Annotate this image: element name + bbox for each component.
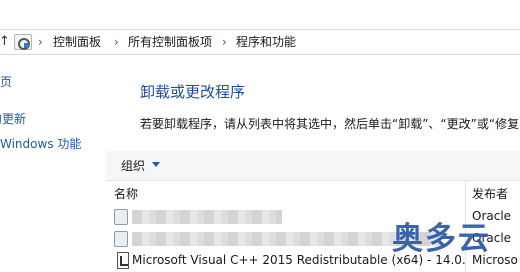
page-description: 若要卸载程序，请从列表中将其选中，然后单击“卸载”、“更改”或“修复” [140, 117, 520, 131]
redacted-program-name [132, 210, 282, 224]
chevron-down-icon [152, 162, 160, 167]
program-icon [114, 231, 128, 247]
breadcrumb-programs-features[interactable]: 程序和功能 [236, 35, 296, 50]
up-arrow-icon[interactable]: ↑ [0, 35, 11, 51]
column-header-row: 名称 发布者 [106, 181, 520, 272]
sidebar-item-windows-features[interactable]: Windows 功能 [0, 136, 81, 152]
organize-label: 组织 [121, 159, 146, 173]
control-panel-icon [14, 34, 32, 50]
toolbar: 组织 [106, 151, 520, 181]
column-header-name[interactable]: 名称 [114, 186, 138, 202]
breadcrumb-all-items[interactable]: 所有控制面板项 [128, 35, 212, 50]
address-bar[interactable]: ↑ › 控制面板 › 所有控制面板项 › 程序和功能 [0, 29, 520, 55]
breadcrumb-separator-icon[interactable]: › [222, 34, 227, 50]
sidebar-item-home[interactable]: 页 [0, 74, 12, 90]
sidebar-item-installed-updates[interactable]: 的更新 [0, 111, 26, 127]
breadcrumb-separator-icon[interactable]: › [38, 34, 43, 50]
program-icon [117, 252, 129, 269]
breadcrumb-control-panel[interactable]: 控制面板 [53, 35, 101, 50]
program-icon [114, 209, 128, 225]
page-title: 卸载或更改程序 [140, 83, 246, 101]
breadcrumb-separator-icon[interactable]: › [114, 34, 119, 50]
watermark-logo: 奥多云 [392, 221, 491, 257]
column-header-publisher[interactable]: 发布者 [472, 186, 508, 202]
